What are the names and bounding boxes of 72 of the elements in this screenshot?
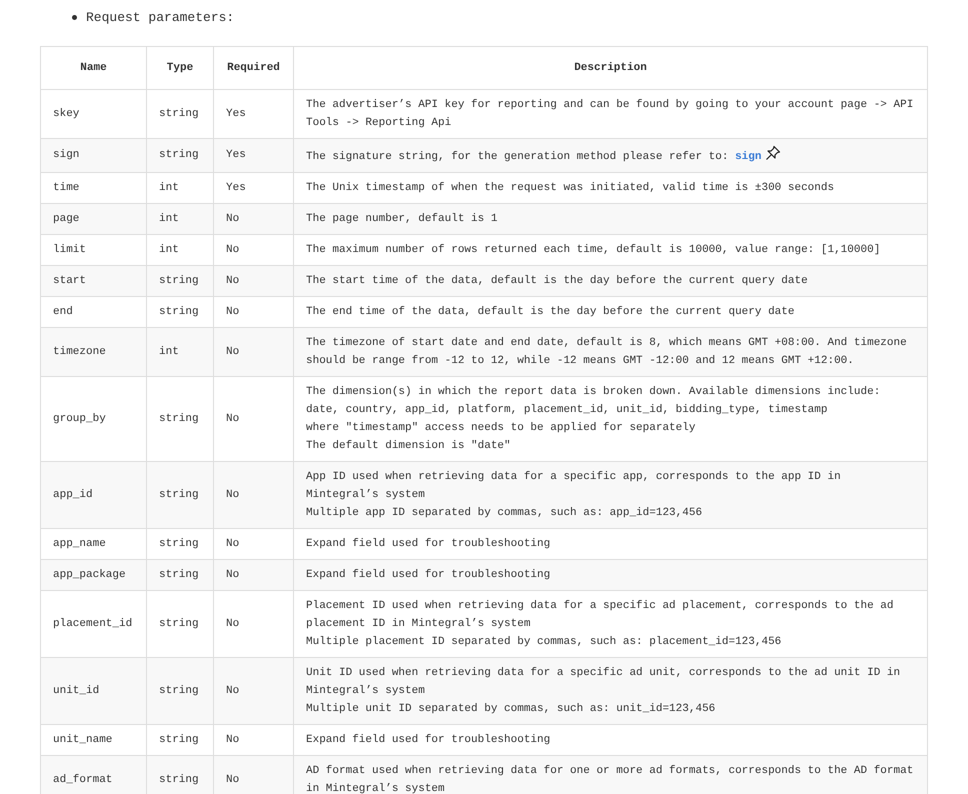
table-cell: string [146, 657, 214, 724]
table-cell: No [214, 296, 294, 327]
link[interactable]: sign [735, 150, 762, 162]
bullet-icon [72, 15, 77, 20]
table-cell: string [146, 138, 214, 172]
table-cell: string [146, 265, 214, 296]
table-cell: app_package [40, 559, 146, 590]
pin-icon[interactable] [765, 144, 782, 160]
table-cell: No [214, 755, 294, 794]
table-cell: No [214, 265, 294, 296]
table-cell: string [146, 755, 214, 794]
table-cell: int [146, 234, 214, 265]
table-cell: No [214, 461, 294, 528]
table-cell: app_name [40, 528, 146, 559]
table-cell: ad_format [40, 755, 146, 794]
table-cell: int [146, 172, 214, 203]
table-cell: string [146, 89, 214, 138]
description-text: Expand field used for troubleshooting [306, 568, 550, 580]
description-text: Expand field used for troubleshooting [306, 538, 550, 550]
list-item-text: Request parameters: [86, 9, 234, 27]
table-cell: group_by [40, 376, 146, 461]
description-text: The maximum number of rows returned each time, default is 10000, value range: [1,10000] [306, 244, 880, 256]
description-text: The signature string, for the generation method please refer to: sign [306, 150, 762, 162]
table-cell: unit_id [40, 657, 146, 724]
table-cell: Yes [214, 89, 294, 138]
table-cell: No [214, 327, 294, 376]
table-cell: sign [40, 138, 146, 172]
table-cell: string [146, 528, 214, 559]
table-cell: timezone [40, 327, 146, 376]
table-cell: No [214, 203, 294, 234]
description-text: The page number, default is 1 [306, 212, 498, 224]
table-cell: No [214, 724, 294, 755]
table-cell: limit [40, 234, 146, 265]
table-cell: No [214, 234, 294, 265]
table-cell: end [40, 296, 146, 327]
description-text: AD format used when retrieving data for one or more ad formats, corresponds to the AD format in Mintegral’s system [306, 764, 914, 794]
table-cell: No [214, 590, 294, 657]
table-cell: No [214, 528, 294, 559]
table-cell: No [214, 657, 294, 724]
table-cell: No [214, 559, 294, 590]
table-cell: Yes [214, 172, 294, 203]
table-cell: int [146, 203, 214, 234]
description-text: The Unix timestamp of when the request was initiated, valid time is ±300 seconds [306, 182, 834, 194]
table-cell: page [40, 203, 146, 234]
table-cell: time [40, 172, 146, 203]
description-text: Placement ID used when retrieving data for a specific ad placement, corresponds to the ad placement ID in Mintegral’s system Multiple placement ID separated by commas, such as: placement_id=123,456 [306, 600, 894, 648]
table-cell: placement_id [40, 590, 146, 657]
description-text: Unit ID used when retrieving data for a specific ad unit, corresponds to the ad unit ID in Mintegral’s system Multiple unit ID separated by commas, such as: unit_id=123,456 [306, 666, 900, 714]
table-cell: string [146, 590, 214, 657]
description-text: The dimension(s) in which the report data is broken down. Available dimensions include: date, country, app_id, platform, placement_id, unit_id, bidding_type, timestamp where "timestamp" access needs to be applied for separately The default dimension is "date" [306, 386, 880, 452]
description-text: The end time of the data, default is the day before the current query date [306, 306, 794, 318]
table-cell: string [146, 559, 214, 590]
table-cell: start [40, 265, 146, 296]
column-header: Description [294, 46, 928, 89]
table-cell: unit_name [40, 724, 146, 755]
description-text: The timezone of start date and end date, default is 8, which means GMT +08:00. And timezone should be range from -12 to 12, while -12 means GMT -12:00 and 12 means GMT +12:00. [306, 336, 907, 366]
table-cell: string [146, 461, 214, 528]
column-header: Required [214, 46, 294, 89]
table-cell: skey [40, 89, 146, 138]
table-cell: No [214, 376, 294, 461]
description-text: App ID used when retrieving data for a specific app, corresponds to the app ID in Mintegral’s system Multiple app ID separated by commas, such as: app_id=123,456 [306, 470, 841, 518]
description-text: Expand field used for troubleshooting [306, 734, 550, 746]
table-cell: int [146, 327, 214, 376]
description-text: The start time of the data, default is the day before the current query date [306, 274, 808, 286]
table-cell: Yes [214, 138, 294, 172]
table-cell: string [146, 376, 214, 461]
column-header: Name [40, 46, 146, 89]
column-header: Type [146, 46, 214, 89]
description-text: The advertiser’s API key for reporting and can be found by going to your account page -> API Tools -> Reporting Api [306, 98, 914, 128]
table-cell: app_id [40, 461, 146, 528]
table-cell: string [146, 296, 214, 327]
table-cell: string [146, 724, 214, 755]
